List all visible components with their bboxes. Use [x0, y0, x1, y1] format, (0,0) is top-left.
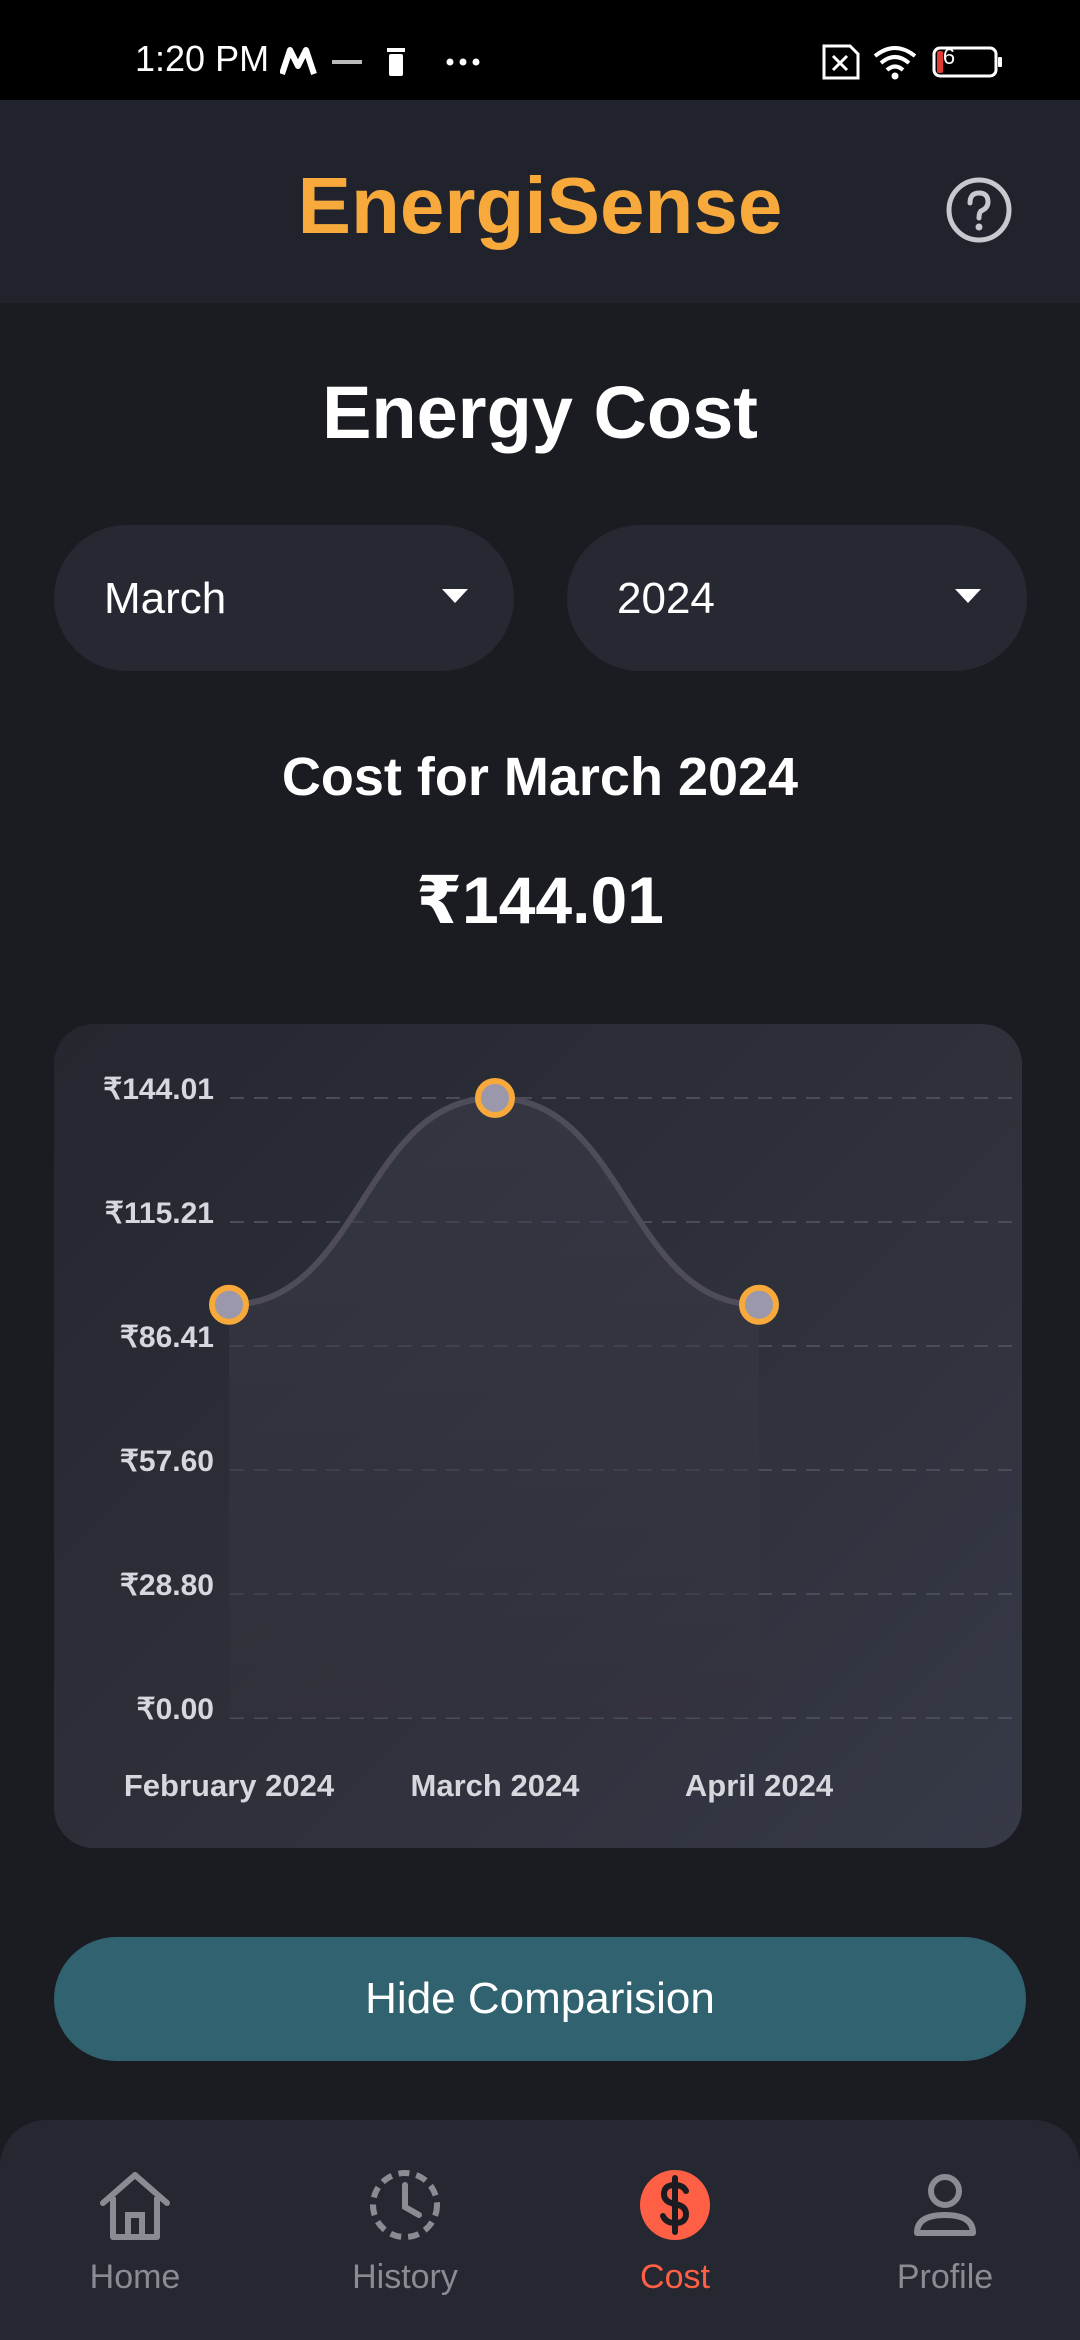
- status-bar: 1:20 PM 6: [0, 0, 1080, 100]
- series-area: [229, 1098, 759, 1718]
- battery-level: 6: [942, 44, 956, 69]
- app-title: EnergiSense: [297, 161, 783, 250]
- m-icon: [280, 47, 317, 75]
- data-point: [739, 1284, 779, 1325]
- nav-cost-label: Cost: [640, 2258, 710, 2296]
- nav-cost[interactable]: Cost: [575, 2165, 775, 2305]
- trash-icon: [387, 48, 405, 76]
- y-tick-label: ₹28.80: [120, 1569, 214, 1602]
- nav-home[interactable]: Home: [35, 2165, 235, 2305]
- home-icon: [100, 2172, 170, 2240]
- cost-value: ₹144.01: [416, 863, 664, 937]
- chart-svg: ₹0.00 ₹28.80 ₹57.60 ₹86.41 ₹115.21 ₹144.01 Feb…: [103, 1073, 1022, 1803]
- month-select[interactable]: March: [54, 525, 514, 671]
- x-tick-label: March 2024: [411, 1768, 581, 1803]
- help-button[interactable]: [944, 175, 1014, 245]
- status-time: 1:20 PM: [135, 38, 270, 79]
- more-dots-icon: [446, 58, 480, 66]
- notification-icons: [280, 47, 480, 76]
- system-icons: [822, 44, 1002, 80]
- page-title: Energy Cost: [322, 371, 758, 454]
- sim-error-icon: [822, 44, 860, 80]
- year-select[interactable]: 2024: [567, 525, 1027, 671]
- hide-comparison-button[interactable]: Hide Comparision: [54, 1937, 1026, 2061]
- nav-history[interactable]: History: [305, 2165, 505, 2305]
- x-tick-label: April 2024: [685, 1768, 834, 1803]
- dollar-icon: [640, 2170, 710, 2240]
- year-select-value: 2024: [617, 574, 715, 623]
- y-tick-label: ₹0.00: [137, 1693, 214, 1726]
- nav-profile[interactable]: Profile: [845, 2165, 1045, 2305]
- profile-icon: [914, 2174, 976, 2236]
- data-point: [475, 1078, 515, 1118]
- dropdown-caret-icon: [955, 589, 981, 603]
- carrier-icon: [332, 60, 362, 64]
- month-select-value: March: [104, 574, 227, 623]
- wifi-icon: [873, 46, 917, 80]
- y-tick-label: ₹86.41: [120, 1321, 214, 1354]
- nav-home-label: Home: [89, 2258, 181, 2296]
- y-tick-label: ₹144.01: [103, 1073, 214, 1106]
- help-circle-icon: [946, 177, 1012, 243]
- cost-comparison-chart: ₹0.00 ₹28.80 ₹57.60 ₹86.41 ₹115.21 ₹144.01 Feb…: [54, 1024, 1022, 1848]
- nav-profile-label: Profile: [896, 2258, 994, 2296]
- history-icon: [370, 2170, 440, 2240]
- x-tick-label: February 2024: [124, 1768, 335, 1803]
- y-tick-label: ₹57.60: [120, 1445, 214, 1478]
- cost-heading: Cost for March 2024: [281, 747, 799, 807]
- y-tick-label: ₹115.21: [105, 1197, 214, 1230]
- data-point: [209, 1284, 249, 1325]
- dropdown-caret-icon: [442, 589, 468, 603]
- nav-history-label: History: [352, 2258, 458, 2296]
